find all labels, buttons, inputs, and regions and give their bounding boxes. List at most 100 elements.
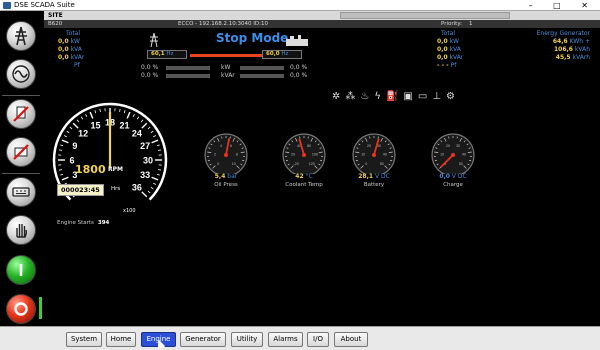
nav-alarms[interactable]: Alarms [268,332,303,347]
tach-label: 24 [132,129,142,139]
gauge-tick-label: 40 [462,152,466,156]
rpm-unit: RPM [108,166,123,173]
gauge-tick-label: 50 [459,162,463,166]
mains-breaker-icon [13,106,29,122]
nav-system[interactable]: System [66,332,102,347]
tach-tick [85,113,88,117]
power-summary: Total 0,0 kW 0,0 kVA 0,0 kVAr Pf Stop Mo… [44,28,600,84]
tach-tick [61,176,69,181]
gauge-value: 42 °C [279,173,329,180]
tach-tick [66,130,70,134]
tach-tick [99,108,101,113]
tach-tick [58,149,63,151]
gauge-tick-label: 20 [367,144,371,148]
right-total-value: 0,0 [437,38,448,45]
gauge-hub [451,153,455,157]
mode-unit: kVAr [221,72,235,79]
right-total-unit: kW [449,38,459,45]
engine-starts: Engine Starts 394 [57,220,109,226]
tach-label: 27 [140,141,150,151]
tach-label: 33 [140,170,150,180]
fuel-pump-icon: ▣ [403,91,418,102]
mode-units: kW kVAr [221,64,235,80]
gauge-value-unit: °C [303,173,313,180]
gauge-value-number: 42 [295,173,304,180]
gauge-value: 0,0 V DC [428,173,478,180]
nav-home[interactable]: Home [106,332,136,347]
gauge-tick-label: 8 [236,152,238,156]
stop-button[interactable] [6,294,36,324]
nav-generator[interactable]: Generator [180,332,226,347]
app-icon [3,2,11,9]
gauge-hub [372,153,376,157]
start-button[interactable] [6,255,36,285]
left-total-value: 0,0 [58,46,69,53]
generator-icon [286,35,308,46]
gauge-value: 5,4 bar [201,173,251,180]
tach-label: 9 [72,141,77,151]
engine-panel: ✲⁂♨ϟ⛽▣▭⊥⚙ 0369121518212427303336 1800 RP… [44,84,600,324]
coolant-level-icon: ⊥ [432,91,447,102]
generator-button[interactable] [6,59,36,89]
start-icon [19,264,23,276]
tach-tick [94,110,97,114]
gauge-tick-label: -20 [294,162,299,166]
gauge-tick-label: 10 [361,152,365,156]
right-total-value: 0,0 [437,46,448,53]
stop-hand-button[interactable] [6,215,36,245]
pylon-icon [15,26,27,46]
energy-value: 45,5 [555,54,571,61]
mains-tower-button[interactable] [6,21,36,51]
pct-value: 0,0 % [141,64,159,71]
temperature-icon: ♨ [360,91,375,102]
gen-breaker-button[interactable] [6,137,36,167]
tach-tick [153,135,157,138]
gauge-dial: 01020304050 [352,133,396,174]
gauge-tick-label: 20 [446,144,450,148]
tach-tick [58,169,63,171]
gauge-tick-label: 4 [220,144,222,148]
tach-tick [156,173,160,176]
cooling-icon: ⁂ [345,91,361,102]
mode-right-pct: 0,0 % 0,0 % [290,64,307,80]
right-total-unit: kVAr [449,54,464,61]
priority-label: Priority: [441,21,463,27]
gauge-hub [302,153,306,157]
pct-value: 0,0 % [290,72,308,79]
tach-tick [69,126,73,130]
gauge-dial: 01020304050 [431,133,475,174]
priority-value: 1 [469,21,473,27]
nav-utility[interactable]: Utility [231,332,263,347]
tach-tick [141,191,148,198]
kw-bar [166,66,210,70]
tach-tick [76,119,80,123]
tach-label: 12 [78,129,88,139]
gauge-label: Oil Press [214,182,238,188]
gauge-tick-label: 100 [312,152,318,156]
sidebar-divider [2,173,40,174]
kvar-bar [240,74,284,78]
manual-mode-button[interactable] [6,177,36,207]
connection-info: ECCO - 192.168.2.10:3040 ID:10 [178,21,269,27]
nav-about[interactable]: About [334,332,368,347]
nav-io[interactable]: I/O [307,332,329,347]
gauge-value-number: 5,4 [214,173,226,180]
left-total-unit: Pf [74,62,80,69]
tach-multiplier: x100 [123,208,136,214]
window-controls[interactable]: – □ ✕ [529,0,597,11]
gauge-label: Battery [363,182,385,188]
pylon-icon [150,32,158,48]
gauge-tick-label: 30 [456,144,460,148]
gauge-value-number: 0,0 [439,173,450,180]
sine-wave-icon [12,65,30,83]
rpm-value: 1800 [75,163,106,176]
tach-tick [157,169,162,171]
tach-tick [151,139,159,144]
gauge-dial: 0 24 68 10 [204,133,248,174]
gen-breaker-icon [13,144,29,160]
gauge-tick-label: 2 [214,152,216,156]
mains-breaker-button[interactable] [6,99,36,129]
tach-tick [157,149,162,151]
tach-tick [72,122,79,129]
mains-bus-line [190,54,262,57]
